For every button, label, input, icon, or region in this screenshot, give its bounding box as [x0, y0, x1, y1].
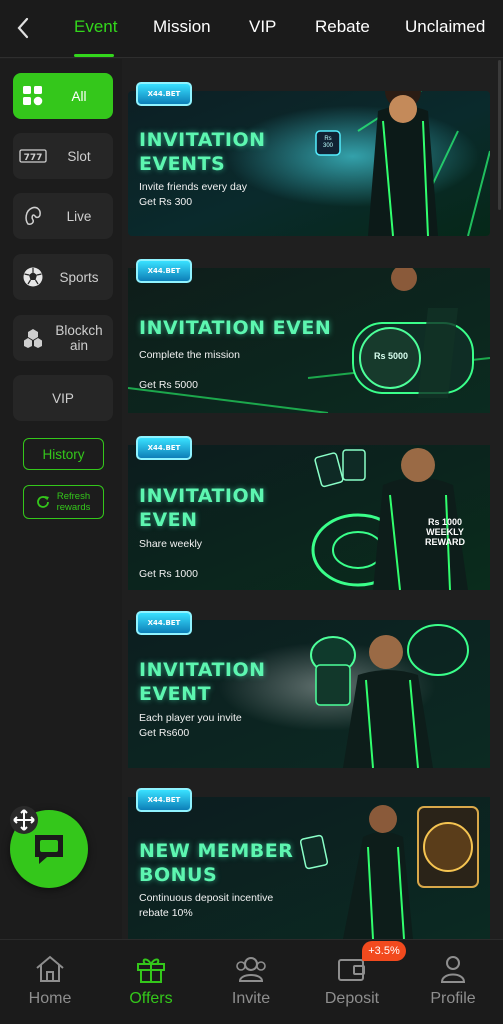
gift-icon [134, 952, 168, 986]
nav-label: Profile [430, 990, 476, 1007]
nav-profile[interactable]: Profile [413, 952, 493, 1008]
blockchain-icon [19, 324, 47, 352]
chat-bubble-icon [35, 835, 63, 864]
event-banner-invitation-events[interactable]: X44.BET INVITATION EVENTS Invite friends… [128, 82, 490, 236]
live-dealer-icon [19, 202, 47, 230]
chevron-left-icon [17, 17, 29, 39]
brand-tag: X44.BET [136, 82, 192, 106]
event-banner-invitation-even-mission[interactable]: X44.BET INVITATION EVEN Complete the mis… [128, 259, 490, 413]
grid-icon [19, 82, 47, 110]
event-banner-invitation-even-weekly[interactable]: X44.BET INVITATION EVEN Share weekly Get… [128, 436, 490, 590]
event-banner-new-member-bonus[interactable]: X44.BET NEW MEMBER BONUS Continuous depo… [128, 788, 490, 939]
nav-home[interactable]: Home [10, 952, 90, 1008]
category-all[interactable]: All [13, 73, 113, 119]
nav-invite[interactable]: Invite [211, 952, 291, 1008]
tab-vip[interactable]: VIP [249, 17, 276, 37]
active-tab-indicator [74, 54, 114, 57]
deposit-bonus-badge: +3.5% [362, 941, 406, 961]
top-tab-bar: Event Mission VIP Rebate Unclaimed [0, 0, 503, 58]
svg-text:777: 777 [24, 153, 43, 163]
category-label: Sports [59, 269, 99, 285]
brand-tag: X44.BET [136, 611, 192, 635]
banner-subtitle: Invite friends every day Get Rs 300 [139, 181, 247, 208]
scrollbar[interactable] [498, 60, 501, 210]
category-blockchain[interactable]: Blockchain [13, 315, 113, 361]
profile-icon [436, 952, 470, 986]
bottom-navigation: Home Offers Invite Deposit Profile [0, 939, 503, 1024]
invite-users-icon [234, 952, 268, 986]
banner-subtitle: Each player you invite Get Rs600 [139, 712, 242, 739]
move-icon[interactable] [10, 806, 38, 834]
banner-subtitle: Share weekly Get Rs 1000 [139, 538, 203, 580]
reward-badge: Rs 5000 [373, 351, 409, 361]
banner-title: INVITATION EVENTS [139, 129, 266, 175]
nav-label: Offers [129, 990, 173, 1007]
nav-label: Deposit [324, 990, 380, 1007]
tab-unclaimed[interactable]: Unclaimed [405, 17, 485, 37]
refresh-rewards-label: Refresh rewards [56, 491, 91, 513]
nav-label: Invite [231, 990, 271, 1007]
reward-badge: Rs 1000 WEEKLY REWARD [425, 517, 465, 547]
refresh-icon [36, 496, 49, 508]
banner-subtitle: Complete the mission Get Rs 5000 [139, 349, 240, 391]
category-label: All [71, 88, 87, 104]
nav-offers[interactable]: Offers [111, 952, 191, 1008]
banner-title: INVITATION EVEN [139, 317, 332, 339]
home-icon [33, 952, 67, 986]
slot-777-icon: 777 [19, 142, 47, 170]
event-banner-invitation-event[interactable]: X44.BET INVITATION EVENT Each player you… [128, 611, 490, 768]
category-label: Blockchain [55, 323, 103, 353]
reward-badge: Rs 300 [322, 136, 333, 149]
history-button[interactable]: History [23, 438, 104, 470]
soccer-ball-icon [19, 263, 47, 291]
category-label: Live [66, 208, 92, 224]
tab-mission[interactable]: Mission [153, 17, 211, 37]
category-vip[interactable]: VIP [13, 375, 113, 421]
brand-tag: X44.BET [136, 788, 192, 812]
banner-subtitle: Continuous deposit incentive rebate 10% [139, 892, 274, 919]
category-live[interactable]: Live [13, 193, 113, 239]
category-label: Slot [67, 148, 91, 164]
brand-tag: X44.BET [136, 436, 192, 460]
category-sports[interactable]: Sports [13, 254, 113, 300]
category-slot[interactable]: 777 Slot [13, 133, 113, 179]
offers-page: Event Mission VIP Rebate Unclaimed All 7… [0, 0, 503, 1024]
nav-label: Home [28, 990, 72, 1007]
brand-tag: X44.BET [136, 259, 192, 283]
banner-title: INVITATION EVENT [139, 659, 266, 705]
refresh-rewards-button[interactable]: Refresh rewards [23, 485, 104, 519]
banner-title: NEW MEMBER BONUS [139, 840, 294, 886]
back-button[interactable] [8, 12, 38, 44]
tab-event[interactable]: Event [74, 17, 117, 37]
tab-rebate[interactable]: Rebate [315, 17, 370, 37]
category-label: VIP [52, 390, 74, 406]
banner-title: INVITATION EVEN [139, 485, 266, 531]
